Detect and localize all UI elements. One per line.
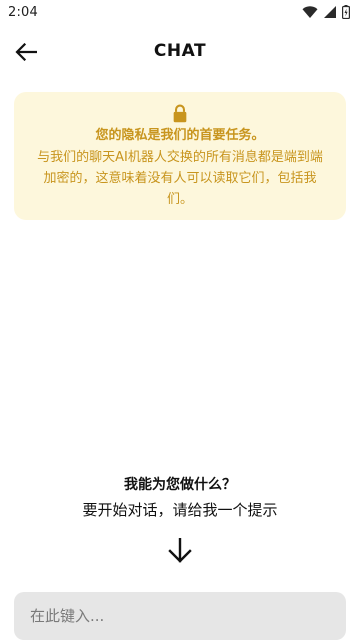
message-input-container[interactable] [14, 592, 346, 640]
cell-signal-icon [324, 6, 336, 18]
arrow-down-icon [168, 538, 192, 563]
prompt-hint: 要开始对话，请给我一个提示 [82, 501, 278, 519]
arrow-left-icon [15, 43, 37, 61]
app-bar: CHAT [0, 28, 360, 74]
status-icons [302, 5, 350, 19]
message-input[interactable] [30, 607, 330, 625]
chat-screen: 2:04 CHAT 您的隐私是我们的首要任务。 与我们的聊天AI机器人交换的所有… [0, 0, 360, 644]
privacy-notice-card: 您的隐私是我们的首要任务。 与我们的聊天AI机器人交换的所有消息都是端到端加密的… [14, 92, 346, 220]
privacy-heading: 您的隐私是我们的首要任务。 [95, 128, 265, 143]
lock-icon [173, 104, 187, 123]
prompt-question: 我能为您做什么？ [124, 477, 236, 493]
battery-icon [342, 5, 350, 19]
page-title: CHAT [153, 41, 207, 61]
status-time: 2:04 [8, 4, 38, 20]
wifi-icon [302, 6, 318, 18]
status-bar: 2:04 [0, 0, 360, 24]
privacy-body: 与我们的聊天AI机器人交换的所有消息都是端到端加密的，这意味着没有人可以读取它们… [37, 150, 323, 207]
back-button[interactable] [10, 36, 42, 68]
